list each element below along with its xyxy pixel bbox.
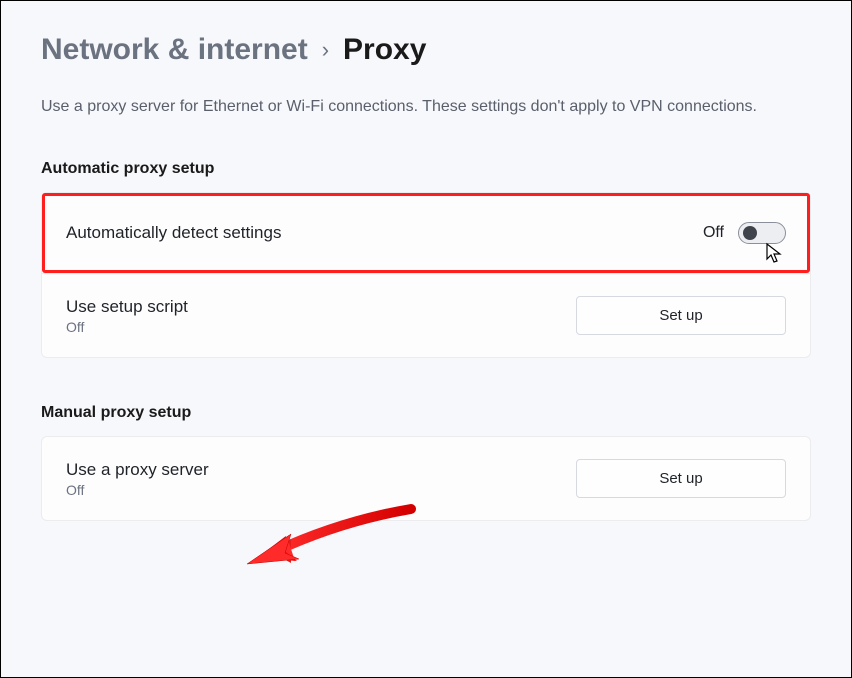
auto-detect-toggle[interactable] <box>738 222 786 244</box>
setup-script-row: Use setup script Off Set up <box>42 273 810 357</box>
proxy-server-setup-button[interactable]: Set up <box>576 459 786 498</box>
automatic-proxy-card: Automatically detect settings Off Use se… <box>41 192 811 358</box>
setup-script-button[interactable]: Set up <box>576 296 786 335</box>
proxy-server-row: Use a proxy server Off Set up <box>42 437 810 520</box>
auto-detect-row: Automatically detect settings Off <box>42 193 810 273</box>
proxy-server-label: Use a proxy server <box>66 460 209 480</box>
proxy-server-status: Off <box>66 482 209 498</box>
manual-proxy-heading: Manual proxy setup <box>41 404 811 422</box>
breadcrumb-current: Proxy <box>343 33 426 67</box>
breadcrumb-parent[interactable]: Network & internet <box>41 33 308 67</box>
chevron-right-icon: › <box>322 37 329 63</box>
setup-script-label: Use setup script <box>66 297 188 317</box>
auto-detect-label: Automatically detect settings <box>66 223 281 243</box>
toggle-knob <box>743 226 757 240</box>
breadcrumb: Network & internet › Proxy <box>41 33 811 67</box>
page-description: Use a proxy server for Ethernet or Wi-Fi… <box>41 95 801 118</box>
cursor-icon <box>765 242 785 264</box>
manual-proxy-card: Use a proxy server Off Set up <box>41 436 811 521</box>
setup-script-status: Off <box>66 319 188 335</box>
auto-detect-state: Off <box>703 224 724 242</box>
automatic-proxy-heading: Automatic proxy setup <box>41 160 811 178</box>
